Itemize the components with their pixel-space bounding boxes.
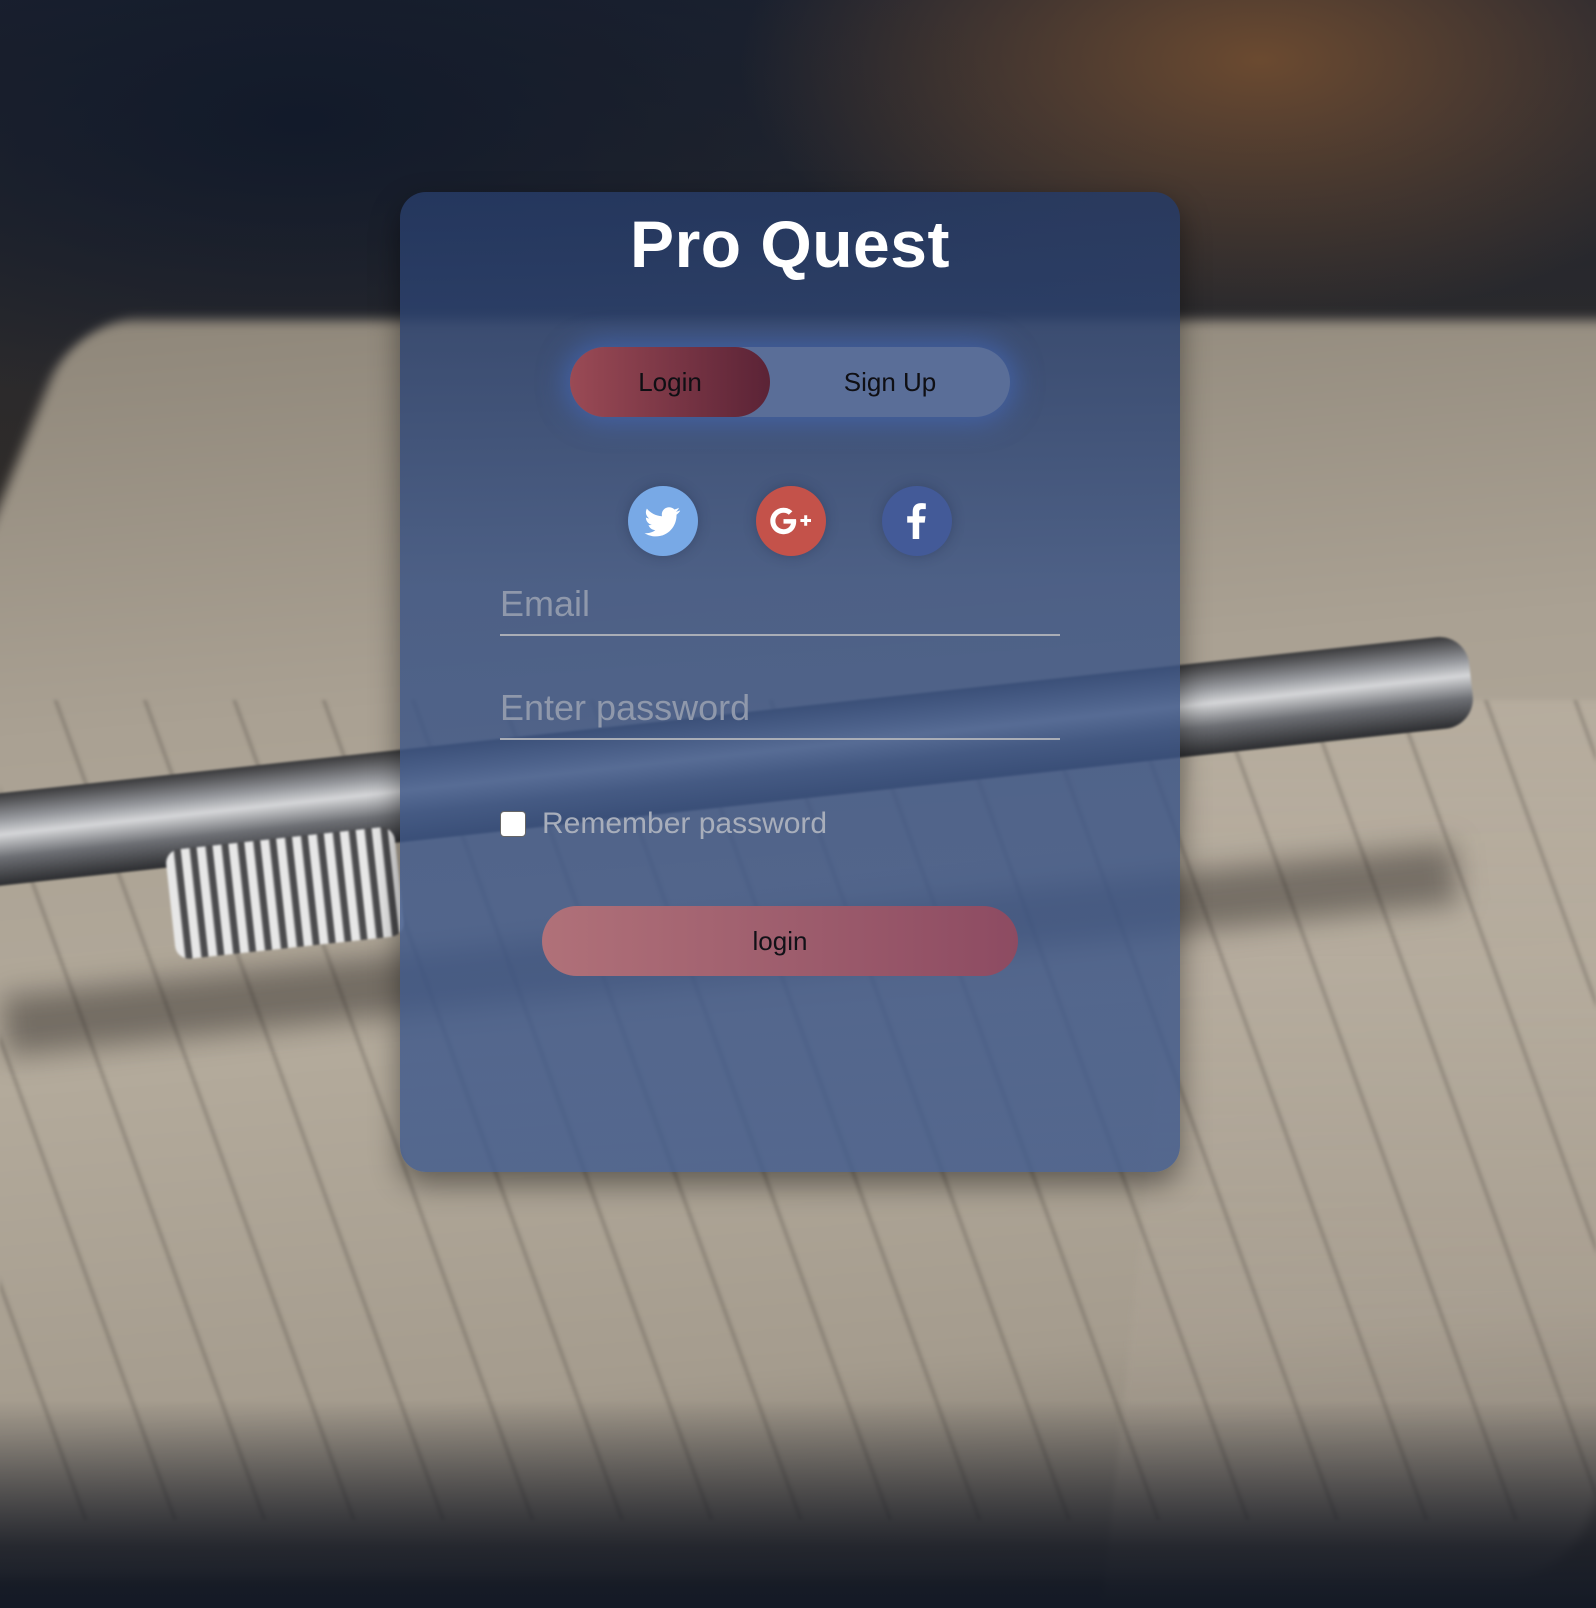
login-submit-button[interactable]: login xyxy=(542,906,1018,976)
remember-password-label: Remember password xyxy=(542,807,828,840)
google-plus-icon xyxy=(770,507,811,535)
twitter-button[interactable] xyxy=(628,486,698,556)
tab-sign-up[interactable]: Sign Up xyxy=(770,347,1010,417)
remember-password-row[interactable]: Remember password xyxy=(500,804,827,844)
twitter-icon xyxy=(644,507,681,537)
facebook-icon xyxy=(907,503,926,539)
email-field[interactable] xyxy=(500,574,1060,636)
app-title: Pro Quest xyxy=(630,207,950,281)
login-card: Pro Quest Login Sign Up Remember passwor… xyxy=(400,192,1180,1172)
password-field[interactable] xyxy=(500,678,1060,740)
google-plus-button[interactable] xyxy=(756,486,826,556)
auth-toggle[interactable]: Login Sign Up xyxy=(570,347,1010,417)
bottom-shadow xyxy=(0,1400,1596,1608)
facebook-button[interactable] xyxy=(882,486,952,556)
tab-login[interactable]: Login xyxy=(570,347,770,417)
remember-password-checkbox[interactable] xyxy=(500,811,526,837)
